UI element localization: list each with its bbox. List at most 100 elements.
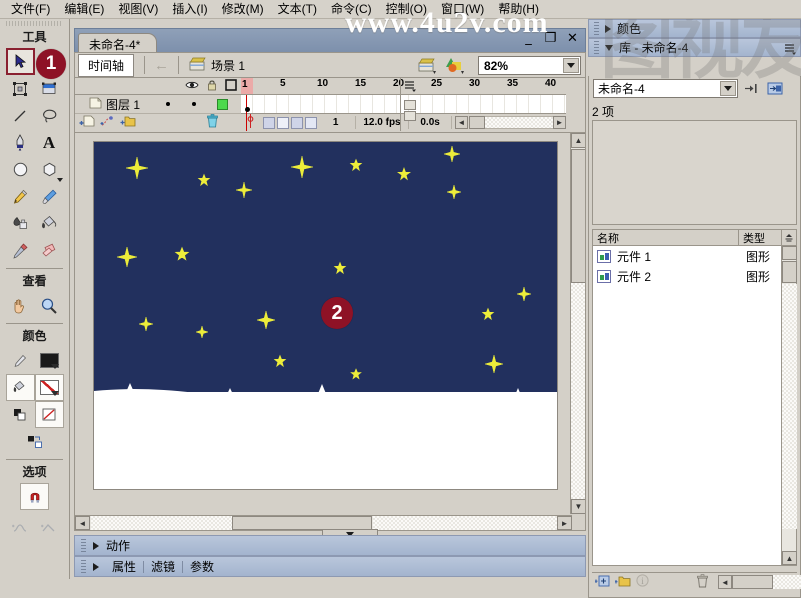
color-panel-bar[interactable]: 颜色 bbox=[588, 19, 801, 38]
scene-label[interactable]: 场景 1 bbox=[211, 57, 245, 74]
timeline-scroll-left-button[interactable]: ◄ bbox=[455, 116, 468, 129]
canvas-hscroll-track-right[interactable] bbox=[373, 516, 557, 530]
center-frame-icon[interactable] bbox=[241, 114, 261, 131]
brush-tool[interactable] bbox=[35, 183, 64, 210]
eraser-tool[interactable] bbox=[35, 237, 64, 264]
menu-item-insert[interactable]: 插入(I) bbox=[165, 0, 214, 19]
menu-item-view[interactable]: 视图(V) bbox=[111, 0, 165, 19]
selection-tool[interactable] bbox=[5, 48, 35, 75]
actions-panel-grip[interactable] bbox=[81, 539, 86, 552]
black-and-white-icon[interactable] bbox=[6, 401, 35, 428]
snap-to-objects-toggle[interactable] bbox=[20, 483, 49, 510]
timeline-scroll-right-button[interactable]: ► bbox=[553, 116, 566, 129]
library-hscroll-thumb[interactable] bbox=[732, 575, 773, 589]
tab-parameters[interactable]: 参数 bbox=[190, 558, 214, 575]
library-scroll-thumb[interactable] bbox=[782, 261, 797, 283]
gradient-transform-tool[interactable] bbox=[35, 75, 64, 102]
smooth-option-icon[interactable] bbox=[6, 514, 35, 541]
library-panel-bar[interactable]: 库 - 未命名-4 bbox=[588, 38, 801, 57]
properties-panel-bar[interactable]: 属性 滤镜 参数 bbox=[74, 556, 586, 577]
free-transform-tool[interactable] bbox=[6, 75, 35, 102]
library-column-type[interactable]: 类型 bbox=[738, 229, 781, 246]
library-item-name[interactable]: 元件 1 bbox=[617, 248, 651, 265]
canvas-scroll-down-button[interactable]: ▼ bbox=[571, 499, 585, 514]
timeline-frame-height-up[interactable] bbox=[404, 100, 416, 110]
zoom-level-combobox[interactable]: 82% bbox=[478, 56, 581, 75]
no-color-icon[interactable] bbox=[34, 401, 64, 428]
swap-colors-icon[interactable] bbox=[20, 428, 49, 455]
library-row-item-1[interactable]: 元件 1 图形 bbox=[593, 246, 796, 266]
layer-visibility-dot[interactable] bbox=[166, 102, 171, 106]
library-panel-collapse-arrow-icon[interactable] bbox=[605, 44, 613, 51]
rectangle-tool-flyout-arrow[interactable] bbox=[56, 178, 63, 182]
library-document-dropdown-arrow[interactable] bbox=[720, 81, 736, 96]
canvas-scroll-right-button[interactable]: ► bbox=[557, 516, 572, 530]
fill-color-swatch[interactable] bbox=[34, 374, 64, 401]
rectangle-tool[interactable] bbox=[35, 156, 64, 183]
menu-item-edit[interactable]: 编辑(E) bbox=[57, 0, 111, 19]
library-hscroll-left-button[interactable]: ◄ bbox=[718, 575, 732, 589]
color-panel-expand-arrow-icon[interactable] bbox=[605, 24, 611, 33]
new-symbol-icon[interactable] bbox=[594, 574, 610, 591]
minimize-icon[interactable]: _ bbox=[522, 32, 535, 46]
lasso-tool[interactable] bbox=[35, 102, 64, 129]
paint-bucket-tool[interactable] bbox=[35, 210, 64, 237]
hand-tool[interactable] bbox=[6, 292, 35, 319]
tab-filters[interactable]: 滤镜 bbox=[151, 558, 175, 575]
library-scroll-down-button[interactable]: ▲ bbox=[782, 551, 797, 565]
library-column-name[interactable]: 名称 bbox=[592, 229, 738, 246]
eyedropper-tool[interactable] bbox=[6, 237, 35, 264]
straighten-option-icon[interactable] bbox=[35, 514, 64, 541]
menu-item-text[interactable]: 文本(T) bbox=[271, 0, 324, 19]
library-hscroll-track[interactable] bbox=[773, 575, 801, 589]
stroke-color-swatch[interactable] bbox=[35, 347, 64, 374]
new-folder-icon[interactable] bbox=[614, 574, 631, 591]
delete-layer-icon[interactable] bbox=[206, 114, 219, 131]
layer-name[interactable]: 图层 1 bbox=[106, 96, 140, 113]
insert-folder-icon[interactable] bbox=[120, 115, 136, 131]
onion-skin-outlines-icon[interactable] bbox=[276, 116, 289, 129]
layer-outline-color-swatch[interactable] bbox=[217, 98, 229, 110]
library-options-menu-icon[interactable] bbox=[783, 43, 796, 55]
layer-lock-dot[interactable] bbox=[192, 102, 197, 106]
lock-icon[interactable] bbox=[207, 79, 217, 94]
ink-bottle-tool[interactable] bbox=[6, 210, 35, 237]
delete-icon[interactable] bbox=[696, 573, 709, 591]
tools-panel-grip[interactable] bbox=[6, 21, 63, 26]
zoom-dropdown-arrow[interactable] bbox=[563, 58, 579, 73]
text-tool[interactable]: A bbox=[35, 129, 64, 156]
library-list-scrollbar[interactable]: ▲ bbox=[781, 246, 797, 565]
menu-item-control[interactable]: 控制(O) bbox=[379, 0, 434, 19]
canvas-scroll-left-button[interactable]: ◄ bbox=[75, 516, 90, 530]
timeline-toggle-button[interactable]: 时间轴 bbox=[78, 53, 135, 77]
library-column-sort-icon[interactable] bbox=[781, 229, 797, 246]
timeline-frame-height-down[interactable] bbox=[404, 111, 416, 121]
library-items-list[interactable]: 元件 1 图形 元件 2 图形 ▲ bbox=[592, 246, 797, 566]
canvas-work-area[interactable]: ▲ ▼ ◄ ► bbox=[74, 133, 586, 531]
oval-tool[interactable] bbox=[6, 156, 35, 183]
library-row-item-2[interactable]: 元件 2 图形 bbox=[593, 266, 796, 286]
insert-layer-icon[interactable] bbox=[79, 115, 96, 131]
keyframe-dot[interactable] bbox=[245, 107, 250, 112]
canvas-hscroll-track-left[interactable] bbox=[91, 516, 232, 530]
restore-icon[interactable]: ❐ bbox=[544, 32, 557, 46]
color-panel-grip[interactable] bbox=[594, 22, 599, 35]
library-item-name-2[interactable]: 元件 2 bbox=[617, 268, 651, 285]
document-tab[interactable]: 未命名-4* bbox=[78, 33, 158, 53]
library-scroll-up-button[interactable] bbox=[782, 246, 797, 260]
properties-icon[interactable]: i bbox=[636, 574, 649, 590]
canvas-vertical-scroll-track[interactable] bbox=[571, 283, 585, 499]
canvas-vertical-scrollbar[interactable]: ▲ ▼ bbox=[570, 133, 585, 514]
add-motion-guide-icon[interactable] bbox=[100, 115, 116, 131]
back-arrow-icon[interactable]: ← bbox=[151, 57, 172, 74]
menu-item-help[interactable]: 帮助(H) bbox=[491, 0, 546, 19]
close-icon[interactable]: ✕ bbox=[566, 32, 579, 46]
library-panel-grip[interactable] bbox=[594, 41, 599, 54]
edit-multiple-frames-icon[interactable] bbox=[290, 116, 303, 129]
new-library-panel-icon[interactable] bbox=[767, 81, 784, 99]
timeline-scroll-track[interactable] bbox=[485, 116, 553, 129]
expand-arrow-icon-properties[interactable] bbox=[93, 562, 99, 571]
outline-icon[interactable] bbox=[225, 78, 237, 94]
menu-item-modify[interactable]: 修改(M) bbox=[215, 0, 271, 19]
canvas-horizontal-scrollbar[interactable]: ◄ ► bbox=[75, 515, 572, 530]
